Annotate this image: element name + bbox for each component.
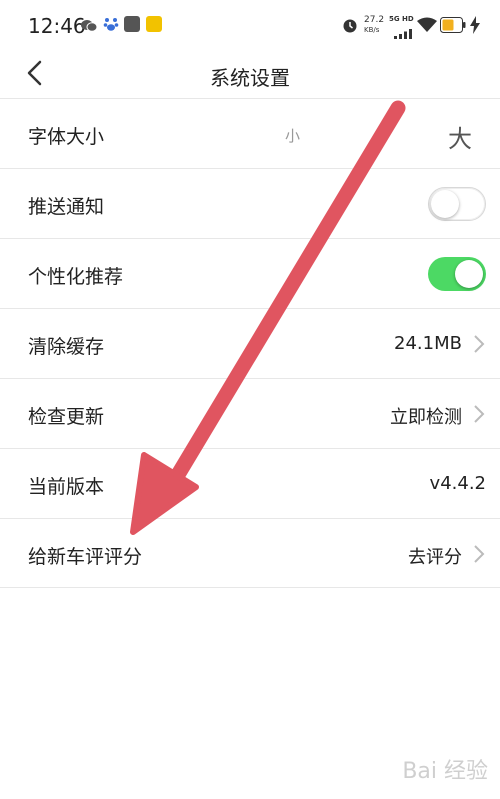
toggle-knob: [431, 190, 459, 218]
current-version-label: 当前版本: [28, 476, 105, 498]
toggle-knob: [455, 260, 483, 288]
settings-list: 字体大小 小 大 推送通知 个性化推荐 清除缓存 24.1MB 检查更新 立即检…: [0, 98, 500, 588]
signal-icon: [394, 24, 412, 43]
navigation-bar: 系统设置: [0, 52, 500, 98]
personalized-recommendation-label: 个性化推荐: [28, 266, 124, 288]
personalized-recommendation-row: 个性化推荐: [0, 238, 500, 308]
font-size-label: 字体大小: [28, 126, 105, 148]
status-time: 12:46: [28, 14, 86, 38]
wechat-icon: [80, 18, 98, 34]
check-update-label: 检查更新: [28, 406, 105, 428]
rate-app-value: 去评分: [408, 547, 462, 568]
cache-size-value: 24.1MB: [394, 333, 462, 354]
charging-icon: [470, 16, 480, 38]
alarm-icon: [342, 16, 358, 38]
push-notification-toggle[interactable]: [428, 187, 486, 221]
wifi-icon: [417, 17, 437, 37]
battery-icon: [440, 17, 466, 37]
current-version-row: 当前版本 v4.4.2: [0, 448, 500, 518]
app-icon: [124, 16, 140, 32]
font-size-large-option[interactable]: 大: [448, 119, 472, 154]
version-value: v4.4.2: [429, 473, 486, 494]
push-notification-row: 推送通知: [0, 168, 500, 238]
rate-app-row[interactable]: 给新车评评分 去评分: [0, 518, 500, 588]
push-notification-label: 推送通知: [28, 196, 105, 218]
rate-app-label: 给新车评评分: [28, 546, 143, 568]
chevron-right-icon: [472, 333, 486, 355]
chevron-right-icon: [472, 543, 486, 565]
clear-cache-row[interactable]: 清除缓存 24.1MB: [0, 308, 500, 378]
watermark: Bai 经验: [402, 759, 488, 784]
page-title: 系统设置: [210, 66, 290, 90]
network-speed-unit: KB/s: [364, 26, 380, 34]
chevron-right-icon: [472, 403, 486, 425]
network-speed-value: 27.2: [364, 15, 385, 25]
news-app-icon: [146, 16, 162, 32]
status-bar: 12:46 27.2 KB/s 5G HD: [0, 0, 500, 52]
baidu-icon: [103, 16, 119, 32]
personalized-recommendation-toggle[interactable]: [428, 257, 486, 291]
font-size-small-option[interactable]: 小: [285, 125, 300, 146]
font-size-row: 字体大小 小 大: [0, 98, 500, 168]
check-update-value: 立即检测: [390, 407, 462, 428]
clear-cache-label: 清除缓存: [28, 336, 105, 358]
check-update-row[interactable]: 检查更新 立即检测: [0, 378, 500, 448]
network-type: 5G HD: [389, 15, 414, 23]
